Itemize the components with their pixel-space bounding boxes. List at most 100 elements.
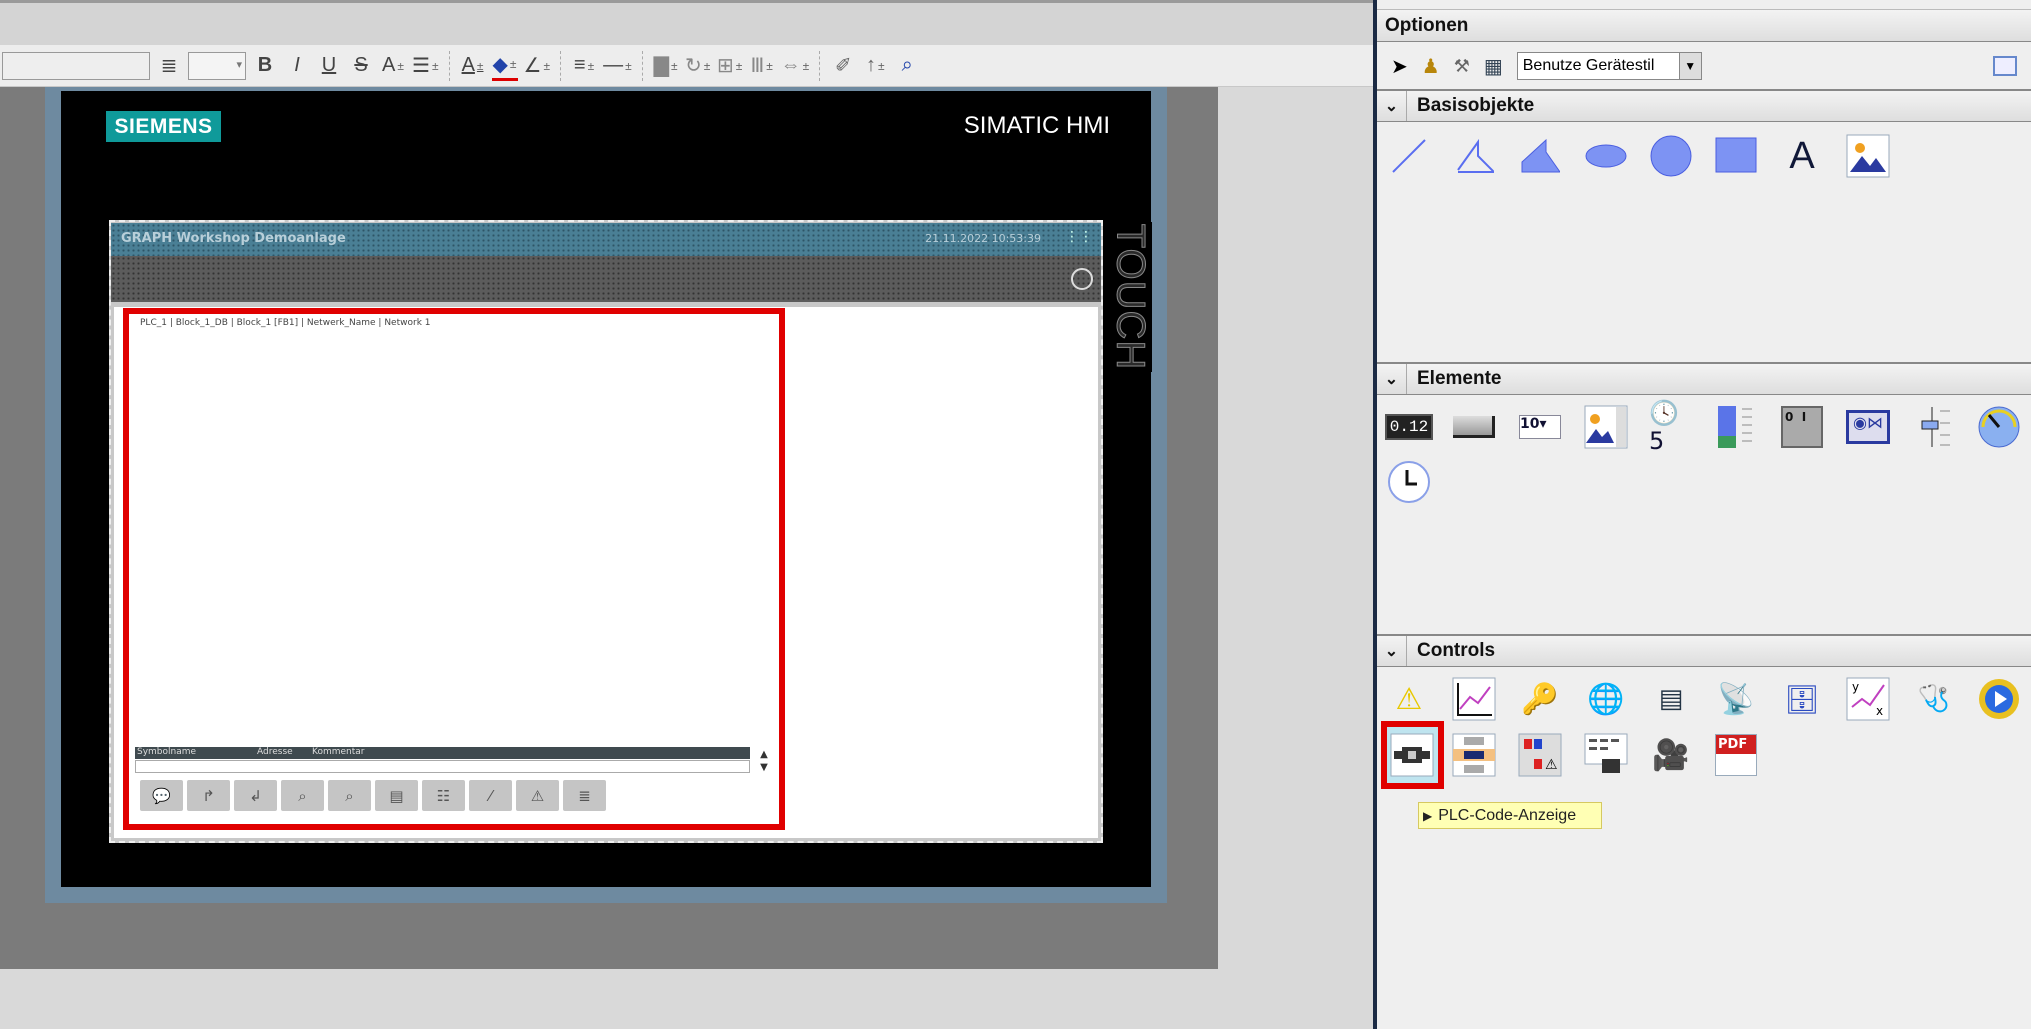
column-adresse[interactable]: Adresse <box>255 747 310 759</box>
options-title: Optionen <box>1385 14 1469 36</box>
section-label: Elemente <box>1417 368 1502 389</box>
circle-status-icon[interactable] <box>1071 268 1093 290</box>
text-field-icon[interactable]: A <box>1780 134 1824 178</box>
tools-icon[interactable]: ⚒ <box>1454 56 1470 77</box>
circle-icon[interactable] <box>1649 134 1693 178</box>
f-x-trend-icon[interactable]: yx <box>1846 677 1890 721</box>
toolbar-separator <box>641 50 643 81</box>
touch-label-container: TOUCH <box>1108 222 1153 372</box>
strikethrough-button[interactable]: S <box>348 51 374 81</box>
pdf-view-icon[interactable]: PDF <box>1714 733 1758 777</box>
date-time-field-icon[interactable]: 🕓5 <box>1649 399 1693 455</box>
user-view-icon[interactable]: 🔑 <box>1518 677 1562 721</box>
search-list-button[interactable]: ☷ <box>422 780 465 811</box>
zoom-out-button[interactable]: ⌕ <box>328 780 371 811</box>
window-title-bar <box>0 0 1373 45</box>
clock-icon[interactable] <box>1387 460 1431 504</box>
fill-color-icon[interactable]: ◆ <box>491 51 518 81</box>
line-width-icon[interactable]: ≡ <box>571 51 597 81</box>
gauge-icon[interactable] <box>1977 405 2021 449</box>
style-select[interactable]: Benutze Gerätestil ▼ <box>1516 52 1702 80</box>
font-list-icon[interactable]: ≣ <box>156 51 182 81</box>
add-network-button[interactable]: ⁄ <box>469 780 512 811</box>
stamp-icon[interactable]: ♟ <box>1422 54 1440 78</box>
bold-button[interactable]: B <box>252 51 278 81</box>
bar-icon[interactable] <box>1714 405 1758 449</box>
io-field-icon[interactable]: 0.12 <box>1384 405 1434 449</box>
table-icon[interactable]: ▦ <box>1484 54 1503 78</box>
polygon-icon[interactable] <box>1518 134 1562 178</box>
font-color-button[interactable]: A <box>460 51 486 81</box>
section-elemente[interactable]: ⌄ Elemente <box>1377 362 2031 395</box>
block-monitor-button[interactable]: ▤ <box>375 780 418 811</box>
prodiag-view-icon[interactable] <box>1452 733 1496 777</box>
options-toolbar: ➤ ♟ ⚒ ▦ Benutze Gerätestil ▼ <box>1377 45 2031 87</box>
zoom-in-button[interactable]: ⌕ <box>281 780 324 811</box>
button-icon[interactable] <box>1452 405 1496 449</box>
html-browser-icon[interactable]: 🌐 <box>1584 677 1628 721</box>
symbolic-io-field-icon[interactable]: 10▾ <box>1518 405 1562 449</box>
align-text-icon[interactable]: ☰ <box>412 51 439 81</box>
graphic-io-field-icon[interactable] <box>1584 405 1628 449</box>
rectangle-icon[interactable] <box>1714 134 1758 178</box>
svg-text:⚠: ⚠ <box>1545 757 1558 773</box>
symbol-table-header: Symbolname Adresse Kommentar <box>135 747 750 759</box>
line-icon[interactable] <box>1387 134 1431 178</box>
section-controls[interactable]: ⌄ Controls <box>1377 634 2031 667</box>
rotate-icon[interactable]: ↻ <box>685 51 711 81</box>
same-size-icon[interactable]: ⇔ <box>781 51 810 81</box>
font-input[interactable] <box>2 51 150 80</box>
distribute-icon[interactable]: Ⅲ <box>749 51 775 81</box>
line-style-icon[interactable]: — <box>603 51 632 81</box>
chevron-down-icon[interactable]: ⌄ <box>1377 364 1407 394</box>
symbol-library-icon[interactable]: ◉⋈ <box>1846 405 1890 449</box>
screen-subheader <box>111 256 1101 302</box>
prodiag-overview-icon[interactable] <box>1584 733 1628 777</box>
graphic-view-icon[interactable] <box>1846 134 1890 178</box>
font-size-select[interactable]: ▾ <box>188 51 246 80</box>
font-grow-button[interactable]: A <box>380 51 406 81</box>
style-select-value: Benutze Gerätestil <box>1522 57 1655 74</box>
list-view-button[interactable]: ≣ <box>563 780 606 811</box>
criteria-analysis-icon[interactable]: ⚠ <box>1518 733 1562 777</box>
toolbar-separator <box>448 50 450 81</box>
file-cabinet-icon[interactable]: 🗄 <box>1780 677 1824 721</box>
panel-layout-icon[interactable] <box>1993 56 2017 76</box>
camera-control-icon[interactable]: 🎥 <box>1649 733 1693 777</box>
menu-grid-icon[interactable]: ⋮⋮ <box>1065 229 1093 245</box>
media-player-icon[interactable] <box>1977 677 2021 721</box>
slider-icon[interactable] <box>1912 405 1956 449</box>
system-diagnostics-icon[interactable]: 🩺 <box>1912 677 1956 721</box>
table-scroll-arrows[interactable]: ▲ ▼ <box>755 748 773 776</box>
trend-view-icon[interactable] <box>1452 677 1496 721</box>
zoom-selection-icon[interactable]: ⌕ <box>894 51 920 81</box>
jump-back-button[interactable]: ↲ <box>234 780 277 811</box>
chevron-down-icon[interactable]: ⌄ <box>1377 636 1407 666</box>
line-color-icon[interactable]: ∠ <box>524 51 551 81</box>
column-kommentar[interactable]: Kommentar <box>310 747 364 759</box>
comment-button[interactable]: 💬 <box>140 780 183 811</box>
symbol-table-row[interactable] <box>135 760 750 773</box>
format-painter-icon[interactable]: ✐ <box>830 51 856 81</box>
recipe-view-icon[interactable]: ▤ <box>1649 677 1693 721</box>
polyline-icon[interactable] <box>1452 134 1496 178</box>
tooltip-arrow-icon: ▶ <box>1423 808 1433 823</box>
toolbar-separator <box>819 50 821 81</box>
underline-button[interactable]: U <box>316 51 342 81</box>
alarm-view-icon[interactable]: ⚠ <box>1387 677 1431 721</box>
pointer-icon[interactable]: ➤ <box>1391 54 1408 78</box>
section-basisobjekte[interactable]: ⌄ Basisobjekte <box>1377 89 2031 122</box>
chevron-down-icon[interactable]: ⌄ <box>1377 91 1407 121</box>
align-objects-icon[interactable]: ⊞ <box>717 51 743 81</box>
ellipse-icon[interactable] <box>1584 134 1628 178</box>
arrange-icon[interactable]: ▇ <box>653 51 679 81</box>
plc-code-view-icon[interactable] <box>1390 733 1434 777</box>
switch-icon[interactable]: 0 I <box>1780 405 1824 449</box>
screen-title: GRAPH Workshop Demoanlage <box>121 231 346 246</box>
status-error-button[interactable]: ⚠ <box>516 780 559 811</box>
text-direction-icon[interactable]: ↑ <box>862 51 888 81</box>
sm-at-view-icon[interactable]: 📡 <box>1714 677 1758 721</box>
jump-to-button[interactable]: ↱ <box>187 780 230 811</box>
italic-button[interactable]: I <box>284 51 310 81</box>
column-symbolname[interactable]: Symbolname <box>135 747 255 759</box>
